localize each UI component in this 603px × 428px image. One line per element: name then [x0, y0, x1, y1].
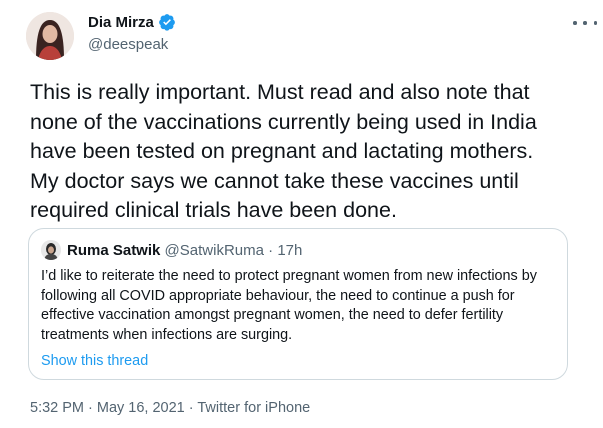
author-name-row[interactable]: Dia Mirza: [88, 13, 176, 31]
quoted-tweet-card[interactable]: Ruma Satwik @SatwikRuma · 17h I’d like t…: [28, 228, 568, 380]
show-thread-link[interactable]: Show this thread: [41, 353, 148, 369]
meta-separator: ·: [263, 242, 278, 259]
quoted-tweet-header: Ruma Satwik @SatwikRuma · 17h: [67, 242, 302, 259]
quoted-author-name: Ruma Satwik: [67, 242, 161, 259]
quoted-author-avatar: [41, 240, 61, 260]
tweet-timestamp[interactable]: 5:32 PM · May 16, 2021 · Twitter for iPh…: [30, 400, 310, 416]
more-options-icon[interactable]: [573, 13, 597, 33]
author-name[interactable]: Dia Mirza: [88, 14, 154, 31]
quoted-tweet-time: 17h: [277, 242, 303, 259]
tweet-text: This is really important. Must read and …: [30, 80, 537, 222]
quoted-tweet-text: I’d like to reiterate the need to protec…: [41, 268, 537, 343]
author-avatar[interactable]: [26, 12, 74, 60]
verified-badge-icon: [158, 14, 175, 31]
author-handle[interactable]: @deespeak: [88, 36, 168, 53]
quoted-author-handle: @SatwikRuma: [164, 242, 264, 259]
